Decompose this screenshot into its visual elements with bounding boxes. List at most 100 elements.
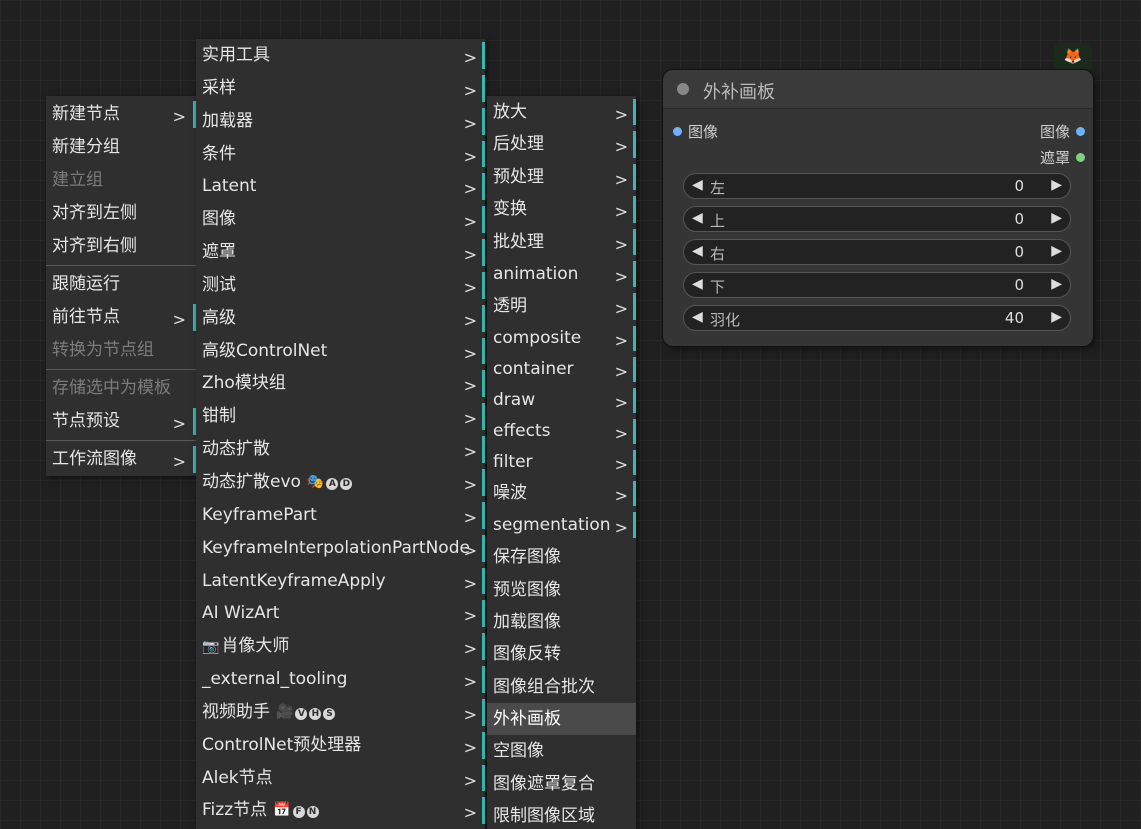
number-widget[interactable]: ◀ 上 0 ▶	[683, 206, 1071, 232]
menu-item[interactable]: 加载器 >	[196, 105, 485, 138]
menu-item[interactable]: Zho模块组 >	[196, 367, 485, 400]
submenu-indicator	[482, 567, 485, 595]
chevron-right-icon: >	[463, 606, 477, 626]
decrement-arrow-icon[interactable]: ◀	[692, 276, 703, 292]
chevron-right-icon: >	[463, 80, 477, 100]
number-widget[interactable]: ◀ 右 0 ▶	[683, 239, 1071, 265]
menu-item[interactable]: 新建节点 >	[46, 98, 196, 131]
menu-item[interactable]: AI WizArt >	[196, 597, 485, 630]
menu-item[interactable]: 加载图像	[487, 606, 636, 638]
widget-value[interactable]: 0	[1014, 276, 1024, 294]
menu-item[interactable]: 图像遮罩复合	[487, 768, 636, 800]
menu-item[interactable]: filter >	[487, 447, 636, 478]
widget-value[interactable]: 40	[1005, 309, 1024, 327]
menu-item[interactable]: 限制图像区域	[487, 800, 636, 829]
menu-item[interactable]: 动态扩散evo 🎭 A D >	[196, 466, 485, 499]
submenu-indicator	[482, 271, 485, 299]
collapse-dot-icon[interactable]	[677, 83, 689, 95]
fox-icon[interactable]: 🦊	[1054, 43, 1092, 69]
widget-value[interactable]: 0	[1014, 243, 1024, 261]
menu-item[interactable]: LatentKeyframeApply >	[196, 565, 485, 598]
increment-arrow-icon[interactable]: ▶	[1051, 210, 1062, 226]
output-slot-image[interactable]: 图像	[1040, 121, 1085, 142]
decrement-arrow-icon[interactable]: ◀	[692, 210, 703, 226]
menu-item[interactable]: 预处理 >	[487, 161, 636, 193]
menu-item[interactable]: 对齐到右侧	[46, 230, 196, 263]
menu-item[interactable]: container >	[487, 354, 636, 385]
pad-image-node[interactable]: 外补画板 图像 图像 遮罩 ◀ 左 0 ▶ ◀ 上 0 ▶ ◀ 右 0 ▶ ◀ 下 0 ▶ ◀ 羽化 40 ▶	[663, 70, 1093, 346]
menu-item[interactable]: Fizz节点 📅 F N >	[196, 794, 485, 827]
input-port-icon[interactable]	[673, 127, 682, 136]
node-title-bar[interactable]: 外补画板	[663, 70, 1093, 109]
widget-label: 上	[710, 212, 726, 230]
menu-item[interactable]: 透明 >	[487, 290, 636, 322]
input-slot-image[interactable]: 图像	[673, 121, 718, 142]
menu-item[interactable]: effects >	[487, 416, 636, 447]
menu-item[interactable]: Latent >	[196, 170, 485, 203]
menu-item[interactable]: 测试 >	[196, 269, 485, 302]
menu-item[interactable]: _external_tooling >	[196, 663, 485, 696]
menu-item-label: animation	[493, 263, 579, 284]
widget-value[interactable]: 0	[1014, 210, 1024, 228]
menu-item[interactable]: 噪波 >	[487, 478, 636, 509]
number-widget[interactable]: ◀ 下 0 ▶	[683, 272, 1071, 298]
menu-item[interactable]: 📷 肖像大师 >	[196, 630, 485, 663]
submenu-indicator	[482, 74, 485, 102]
menu-item[interactable]: 实用工具 >	[196, 39, 485, 72]
menu-item[interactable]: 高级 >	[196, 302, 485, 335]
menu-item-selected[interactable]: 外补画板	[487, 703, 636, 736]
menu-item[interactable]: 条件 >	[196, 138, 485, 171]
menu-item-label: 转换为节点组	[52, 340, 154, 360]
menu-item[interactable]: 保存图像	[487, 541, 636, 573]
increment-arrow-icon[interactable]: ▶	[1051, 276, 1062, 292]
increment-arrow-icon[interactable]: ▶	[1051, 309, 1062, 325]
menu-item[interactable]: 高级ControlNet >	[196, 335, 485, 368]
menu-item[interactable]: 图像组合批次	[487, 671, 636, 703]
menu-item[interactable]: 新建分组	[46, 131, 196, 164]
menu-item[interactable]: 工作流图像 >	[46, 443, 196, 476]
menu-separator	[46, 265, 196, 266]
menu-item[interactable]: Alek节点 >	[196, 762, 485, 795]
menu-item[interactable]: 变换 >	[487, 193, 636, 225]
menu-item[interactable]: animation >	[487, 258, 636, 290]
menu-item[interactable]: 前往节点 >	[46, 301, 196, 334]
submenu-indicator	[633, 387, 636, 413]
menu-item[interactable]: 动态扩散 >	[196, 433, 485, 466]
menu-item: 建立组	[46, 164, 196, 197]
widget-value[interactable]: 0	[1014, 177, 1024, 195]
menu-item[interactable]: 节点预设 >	[46, 405, 196, 438]
menu-item[interactable]: 钳制 >	[196, 400, 485, 433]
menu-item[interactable]: 视频助手 🎥 V H S >	[196, 696, 485, 729]
decrement-arrow-icon[interactable]: ◀	[692, 243, 703, 259]
menu-item[interactable]: KeyframeInterpolationPartNode >	[196, 532, 485, 565]
graph-canvas[interactable]: 🦊 外补画板 图像 图像 遮罩 ◀ 左 0 ▶ ◀ 上 0 ▶ ◀ 右 0 ▶ ◀ 下 0 ▶ ◀ 羽化 40 ▶ 新…	[0, 0, 1141, 829]
submenu-indicator	[482, 304, 485, 332]
decrement-arrow-icon[interactable]: ◀	[692, 177, 703, 193]
menu-item[interactable]: 后处理 >	[487, 128, 636, 160]
menu-item[interactable]: 图像反转	[487, 638, 636, 670]
increment-arrow-icon[interactable]: ▶	[1051, 177, 1062, 193]
decrement-arrow-icon[interactable]: ◀	[692, 309, 703, 325]
output-port-icon[interactable]	[1076, 127, 1085, 136]
output-slot-mask[interactable]: 遮罩	[1040, 147, 1085, 168]
increment-arrow-icon[interactable]: ▶	[1051, 243, 1062, 259]
menu-item[interactable]: 预览图像	[487, 574, 636, 606]
menu-item[interactable]: segmentation >	[487, 509, 636, 541]
menu-item[interactable]: draw >	[487, 385, 636, 416]
menu-item[interactable]: 批处理 >	[487, 226, 636, 258]
output-port-icon[interactable]	[1076, 153, 1085, 162]
menu-item[interactable]: 遮罩 >	[196, 236, 485, 269]
menu-item[interactable]: 放大 >	[487, 96, 636, 128]
submenu-indicator	[633, 228, 636, 255]
number-widget[interactable]: ◀ 左 0 ▶	[683, 173, 1071, 199]
menu-item[interactable]: 采样 >	[196, 72, 485, 105]
menu-item[interactable]: 空图像	[487, 735, 636, 767]
menu-item[interactable]: composite >	[487, 323, 636, 354]
menu-item[interactable]: KeyframePart >	[196, 499, 485, 532]
menu-item[interactable]: 跟随运行	[46, 268, 196, 301]
menu-item[interactable]: ControlNet预处理器 >	[196, 729, 485, 762]
menu-item[interactable]: 对齐到左侧	[46, 197, 196, 230]
number-widget[interactable]: ◀ 羽化 40 ▶	[683, 305, 1071, 331]
menu-item[interactable]: 图像 >	[196, 203, 485, 236]
menu-item-label: 新建节点	[52, 104, 120, 124]
